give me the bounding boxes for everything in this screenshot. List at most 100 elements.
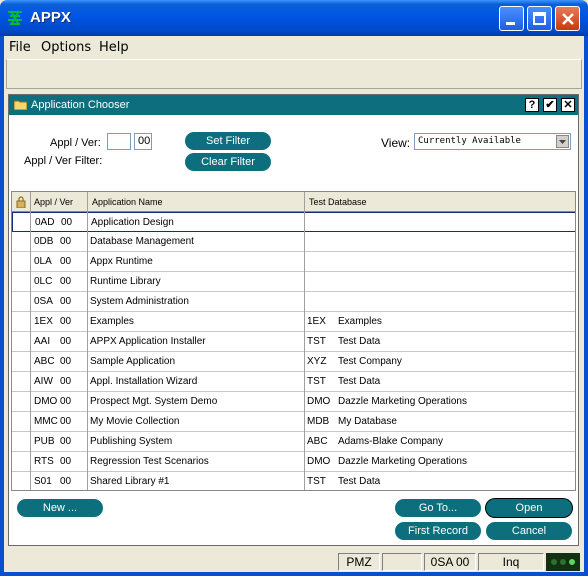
- col-appl-ver[interactable]: Appl / Ver: [34, 197, 73, 207]
- cell-ver: 00: [60, 416, 72, 427]
- close-dialog-button[interactable]: ✕: [561, 98, 575, 112]
- menu-file[interactable]: File: [9, 40, 31, 55]
- help-button[interactable]: ?: [525, 98, 539, 112]
- column-divider: [30, 192, 31, 490]
- cell-db-code: TST: [307, 336, 326, 347]
- ver-input[interactable]: 00: [134, 133, 152, 150]
- window-title: APPX: [30, 9, 71, 26]
- set-filter-button[interactable]: Set Filter: [185, 132, 271, 150]
- status-app: 0SA 00: [424, 553, 476, 571]
- cell-app-name: Appx Runtime: [90, 256, 153, 267]
- appl-ver-label: Appl / Ver:: [50, 137, 101, 149]
- col-test-db[interactable]: Test Database: [309, 197, 367, 207]
- cell-appl: RTS: [34, 456, 54, 467]
- maximize-button[interactable]: [527, 6, 552, 31]
- cell-ver: 00: [60, 356, 72, 367]
- appl-input[interactable]: [107, 133, 131, 150]
- confirm-button[interactable]: ✔: [543, 98, 557, 112]
- status-bar: PMZ 0SA 00 Inq: [4, 552, 584, 572]
- cancel-button[interactable]: Cancel: [486, 522, 572, 540]
- cell-app-name: My Movie Collection: [90, 416, 180, 427]
- table-row[interactable]: RTS 00 Regression Test Scenarios DMO Dazzle …: [12, 452, 575, 472]
- cell-app-name: APPX Application Installer: [90, 336, 206, 347]
- view-select-value: Currently Available: [418, 136, 521, 146]
- table-row[interactable]: 0SA 00 System Administration: [12, 292, 575, 312]
- cell-ver: 00: [60, 456, 72, 467]
- cell-appl: DMO: [34, 396, 58, 407]
- cell-app-name: Regression Test Scenarios: [90, 456, 209, 467]
- cell-appl: AAI: [34, 336, 51, 347]
- cell-appl: 0AD: [35, 217, 55, 228]
- table-row[interactable]: 0LA 00 Appx Runtime: [12, 252, 575, 272]
- table-row[interactable]: ABC 00 Sample Application XYZ Test Company: [12, 352, 575, 372]
- cell-db-name: Test Data: [338, 376, 381, 387]
- cell-ver: 00: [60, 296, 72, 307]
- table-row[interactable]: 0LC 00 Runtime Library: [12, 272, 575, 292]
- cell-app-name: System Administration: [90, 296, 189, 307]
- window-title-bar[interactable]: APPX: [0, 0, 588, 36]
- first-record-button[interactable]: First Record: [395, 522, 481, 540]
- status-mode: Inq: [478, 553, 544, 571]
- cell-ver: 00: [60, 376, 72, 387]
- window-frame-left: [0, 36, 4, 576]
- cell-ver: 00: [60, 316, 72, 327]
- cell-appl: S01: [34, 476, 52, 487]
- cell-db-code: ABC: [307, 436, 328, 447]
- status-lights-icon: [546, 553, 580, 571]
- cell-db-code: TST: [307, 476, 326, 487]
- cell-db-code: TST: [307, 376, 326, 387]
- cell-ver: 00: [60, 256, 72, 267]
- cell-db-name: Dazzle Marketing Operations: [338, 396, 467, 407]
- table-row[interactable]: AIW 00 Appl. Installation Wizard TST Test Da…: [12, 372, 575, 392]
- cell-appl: 0DB: [34, 236, 54, 247]
- window-frame-bottom: [0, 572, 588, 576]
- menu-options[interactable]: Options: [41, 40, 91, 55]
- table-row[interactable]: 0AD 00 Application Design: [12, 212, 575, 232]
- table-row[interactable]: PUB 00 Publishing System ABC Adams-Blake Com…: [12, 432, 575, 452]
- table-row[interactable]: S01 00 Shared Library #1 TST Test Data: [12, 472, 575, 490]
- maximize-icon: [533, 12, 546, 25]
- goto-button[interactable]: Go To...: [395, 499, 481, 517]
- cell-db-name: Test Company: [338, 356, 402, 367]
- cell-db-name: My Database: [338, 416, 397, 427]
- dialog-title-bar[interactable]: Application Chooser ? ✔ ✕: [9, 95, 578, 115]
- cell-db-code: DMO: [307, 456, 331, 467]
- folder-icon: [14, 100, 27, 110]
- minimize-icon: [506, 22, 515, 25]
- cell-appl: MMC: [34, 416, 58, 427]
- cell-appl: 1EX: [34, 316, 53, 327]
- table-row[interactable]: DMO 00 Prospect Mgt. System Demo DMO Dazzle …: [12, 392, 575, 412]
- applications-table: Appl / Ver Application Name Test Databas…: [11, 191, 576, 491]
- close-window-button[interactable]: [555, 6, 580, 31]
- cell-app-name: Database Management: [90, 236, 194, 247]
- table-row[interactable]: 0DB 00 Database Management: [12, 232, 575, 252]
- cell-appl: 0SA: [34, 296, 53, 307]
- cell-ver: 00: [60, 396, 72, 407]
- minimize-button[interactable]: [499, 6, 524, 31]
- toolbar: [6, 59, 582, 89]
- cell-ver: 00: [60, 236, 72, 247]
- new-button[interactable]: New ...: [17, 499, 103, 517]
- col-app-name[interactable]: Application Name: [92, 197, 163, 207]
- cell-app-name: Appl. Installation Wizard: [90, 376, 198, 387]
- column-divider: [304, 192, 305, 490]
- open-button[interactable]: Open: [486, 499, 572, 517]
- cell-app-name: Publishing System: [90, 436, 173, 447]
- menu-help[interactable]: Help: [99, 40, 129, 55]
- table-row[interactable]: AAI 00 APPX Application Installer TST Test D…: [12, 332, 575, 352]
- cell-db-code: MDB: [307, 416, 330, 427]
- cell-appl: ABC: [34, 356, 55, 367]
- cell-db-name: Test Data: [338, 336, 381, 347]
- status-empty: [382, 553, 422, 571]
- table-row[interactable]: 1EX 00 Examples 1EX Examples: [12, 312, 575, 332]
- view-select[interactable]: Currently Available: [414, 133, 571, 150]
- chevron-down-icon[interactable]: [556, 135, 569, 148]
- cell-app-name: Sample Application: [90, 356, 176, 367]
- window-frame-right: [584, 36, 588, 576]
- cell-app-name: Shared Library #1: [90, 476, 170, 487]
- table-row[interactable]: MMC 00 My Movie Collection MDB My Database: [12, 412, 575, 432]
- view-label: View:: [381, 136, 411, 150]
- lock-icon: [16, 196, 26, 208]
- clear-filter-button[interactable]: Clear Filter: [185, 153, 271, 171]
- cell-ver: 00: [61, 217, 73, 228]
